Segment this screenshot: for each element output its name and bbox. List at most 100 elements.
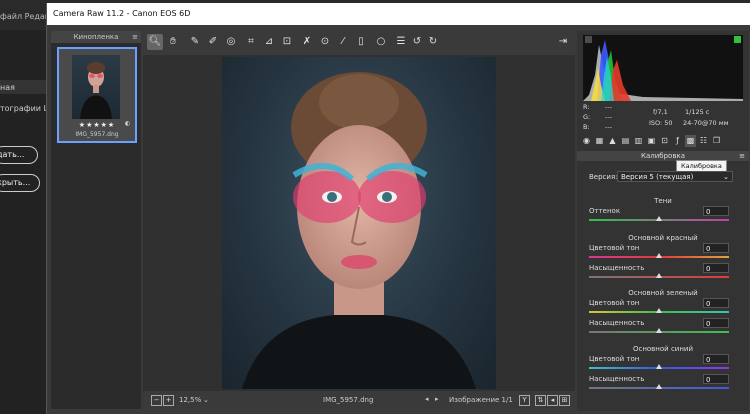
shadows-tint-knob[interactable] [656, 216, 662, 221]
window-titlebar: Camera Raw 11.2 - Canon EOS 6D [47, 3, 750, 25]
preview-photo [222, 57, 496, 389]
red-sat-knob[interactable] [656, 273, 662, 278]
graduated-filter-icon[interactable]: ▯ [353, 34, 369, 50]
status-bar: − + 12,5% ⌄ IMG_5957.dng ◂ ▸ Изображение… [143, 392, 575, 408]
right-panel: R: --- G: --- B: --- f/7,1 1/125 с ISO: … [577, 31, 749, 411]
green-hue-label: Цветовой тон [589, 299, 640, 307]
zoom-in-button[interactable]: + [163, 395, 174, 406]
zoom-tool-icon[interactable]: 🔍︎ [147, 34, 163, 50]
spot-removal-tool-icon[interactable]: ✗ [299, 34, 315, 50]
rotate-left-icon[interactable]: ↺ [409, 34, 425, 50]
thumbnail-filename: IMG_5957.dng [75, 131, 119, 138]
shadows-tint-field[interactable]: 0 [703, 206, 729, 216]
lens-tab-icon[interactable]: ▣ [646, 135, 657, 147]
adjustment-brush-icon[interactable]: ⁄ [335, 34, 351, 50]
red-eye-tool-icon[interactable]: ⊙ [317, 34, 333, 50]
blue-sat-knob[interactable] [656, 384, 662, 389]
blue-hue-knob[interactable] [656, 364, 662, 369]
panel-title-text: Калибровка [641, 152, 685, 160]
green-sat-field[interactable]: 0 [703, 318, 729, 328]
swap-icon[interactable]: ⇅ [535, 395, 546, 406]
image-counter: Изображение 1/1 [449, 396, 513, 404]
hand-tool-icon[interactable]: ✋︎ [165, 34, 181, 50]
red-hue-knob[interactable] [656, 253, 662, 258]
camera-raw-window: Camera Raw 11.2 - Canon EOS 6D Кинопленк… [46, 3, 750, 414]
straighten-tool-icon[interactable]: ⊿ [261, 34, 277, 50]
host-create-button[interactable]: дать... [0, 146, 38, 164]
split-toning-tab-icon[interactable]: ▥ [633, 135, 644, 147]
image-canvas[interactable] [143, 55, 575, 391]
tool-bar: 🔍︎ ✋︎ ✎ ✐ ◎ ⌗ ⊿ ⊡ ✗ ⊙ ⁄ ▯ ○ ☰ ↺ ↻ ⇥ [143, 34, 583, 52]
r-label: R: [583, 103, 590, 111]
zoom-dropdown-icon[interactable]: ⌄ [203, 396, 209, 404]
calibration-tab-icon[interactable]: ▩ [685, 135, 696, 147]
detail-tab-icon[interactable]: ▲ [607, 135, 618, 147]
iso-value: ISO: 50 [649, 119, 673, 127]
blue-hue-field[interactable]: 0 [703, 354, 729, 364]
version-select-value: Версия 5 (текущая) [621, 173, 694, 181]
eyedropper-tool-icon[interactable]: ✎ [187, 34, 203, 50]
effects-tab-icon[interactable]: ƒ [672, 135, 683, 147]
chevron-down-icon: ⌄ [723, 173, 729, 181]
red-sat-label: Насыщенность [589, 264, 645, 272]
red-sat-field[interactable]: 0 [703, 263, 729, 273]
panel-menu-icon[interactable]: ≡ [739, 151, 745, 161]
prev-image-icon[interactable]: ◂ [425, 395, 429, 403]
green-primary-title: Основной зеленый [628, 289, 698, 297]
thumbnail-item[interactable]: ★★★★★ IMG_5957.dng ◐ [57, 47, 137, 143]
red-primary-title: Основной красный [628, 234, 698, 242]
red-hue-field[interactable]: 0 [703, 243, 729, 253]
histogram [583, 35, 743, 101]
basic-tab-icon[interactable]: ◉ [581, 135, 592, 147]
highlight-clipping-icon[interactable] [734, 36, 741, 43]
blue-sat-label: Насыщенность [589, 375, 645, 383]
shutter-value: 1/125 с [685, 108, 710, 116]
edited-badge-icon: ◐ [125, 120, 131, 127]
green-sat-knob[interactable] [656, 328, 662, 333]
g-label: G: [583, 113, 591, 121]
red-hue-label: Цветовой тон [589, 244, 640, 252]
blue-primary-title: Основной синий [632, 345, 694, 353]
host-label-a: ная [0, 83, 15, 92]
transform-tab-icon[interactable]: ⊡ [659, 135, 670, 147]
status-filename: IMG_5957.dng [323, 396, 374, 404]
g-value: --- [605, 113, 613, 121]
transform-tool-icon[interactable]: ⊡ [279, 34, 295, 50]
aperture-value: f/7,1 [653, 108, 668, 116]
window-title: Camera Raw 11.2 - Canon EOS 6D [53, 9, 191, 18]
copy-settings-icon[interactable]: ◂ [547, 395, 558, 406]
rotate-right-icon[interactable]: ↻ [425, 34, 441, 50]
target-adjustment-tool-icon[interactable]: ◎ [223, 34, 239, 50]
rating-stars[interactable]: ★★★★★ [59, 121, 135, 129]
blue-hue-label: Цветовой тон [589, 355, 640, 363]
menu-icon[interactable]: ≡ [132, 31, 138, 43]
panel-tabs: ◉ ▦ ▲ ▤ ▥ ▣ ⊡ ƒ ▩ ☷ ❐ [581, 135, 745, 149]
green-hue-field[interactable]: 0 [703, 298, 729, 308]
snapshots-tab-icon[interactable]: ❐ [711, 135, 722, 147]
toggle-settings-icon[interactable]: ⊞ [559, 395, 570, 406]
thumbnail-image [72, 55, 120, 119]
filmstrip-title: Кинопленка [73, 33, 119, 41]
b-value: --- [605, 123, 613, 131]
shadow-clipping-icon[interactable] [585, 36, 592, 43]
radial-filter-icon[interactable]: ○ [373, 34, 389, 50]
crop-tool-icon[interactable]: ⌗ [243, 34, 259, 50]
version-select[interactable]: Версия 5 (текущая) ⌄ [617, 171, 733, 182]
hsl-tab-icon[interactable]: ▤ [620, 135, 631, 147]
view-mode-icon[interactable]: Y [519, 395, 530, 406]
filmstrip-header[interactable]: Кинопленка ≡ [51, 31, 141, 43]
version-label: Версия: [589, 173, 618, 181]
b-label: B: [583, 123, 590, 131]
blue-sat-field[interactable]: 0 [703, 374, 729, 384]
zoom-out-button[interactable]: − [151, 395, 162, 406]
filmstrip: Кинопленка ≡ ★★★★★ IMG_5957.dng ◐ [51, 31, 141, 409]
host-open-button[interactable]: крыть... [0, 174, 40, 192]
green-hue-knob[interactable] [656, 308, 662, 313]
open-preferences-icon[interactable]: ⇥ [555, 34, 571, 50]
tone-curve-tab-icon[interactable]: ▦ [594, 135, 605, 147]
next-image-icon[interactable]: ▸ [435, 395, 439, 403]
color-sampler-tool-icon[interactable]: ✐ [205, 34, 221, 50]
zoom-level[interactable]: 12,5% [179, 396, 201, 404]
preferences-icon[interactable]: ☰ [393, 34, 409, 50]
presets-tab-icon[interactable]: ☷ [698, 135, 709, 147]
